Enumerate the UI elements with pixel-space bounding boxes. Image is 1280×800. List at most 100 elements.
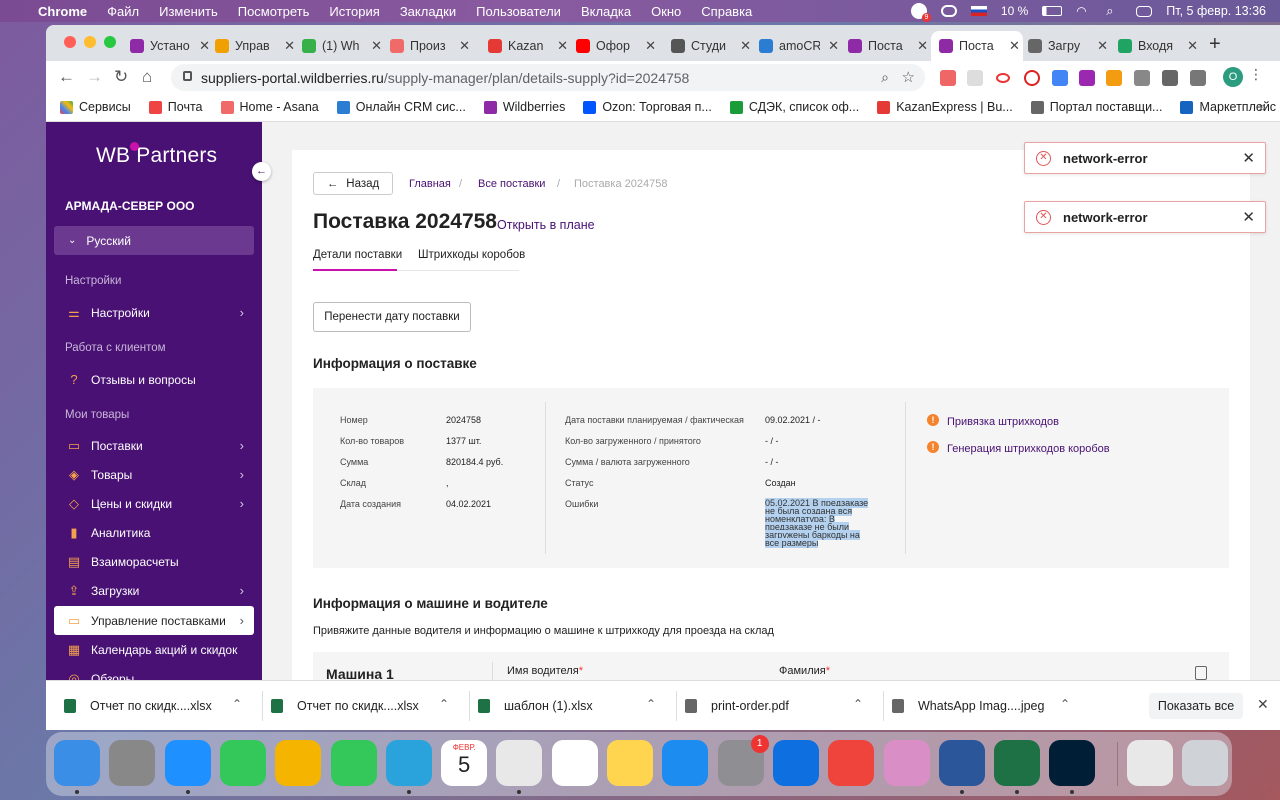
- extension-mail-icon[interactable]: [967, 70, 983, 86]
- sidebar-item[interactable]: ▭ Поставки ›: [54, 431, 254, 460]
- close-tab-icon[interactable]: ✕: [459, 38, 470, 54]
- notes-icon[interactable]: [607, 740, 653, 786]
- browser-tab[interactable]: amoCR ✕: [751, 31, 839, 61]
- browser-tab[interactable]: Студи ✕: [663, 31, 751, 61]
- sidebar-item[interactable]: ◇ Цены и скидки ›: [54, 489, 254, 518]
- word-icon[interactable]: [938, 740, 985, 786]
- open-in-plan-link[interactable]: Открыть в плане: [497, 218, 595, 232]
- browser-tab[interactable]: Поста ✕: [840, 31, 928, 61]
- menu-people[interactable]: Пользователи: [476, 4, 561, 19]
- settings-icon[interactable]: 1: [717, 735, 769, 786]
- menu-edit[interactable]: Изменить: [159, 4, 218, 19]
- extension-orange-icon[interactable]: [1106, 70, 1122, 86]
- finder-icon[interactable]: [54, 740, 100, 786]
- language-flag-icon[interactable]: [970, 6, 987, 16]
- menu-window[interactable]: Окно: [651, 4, 681, 19]
- browser-tab[interactable]: Входя ✕: [1110, 31, 1198, 61]
- creative-cloud-icon[interactable]: [940, 5, 957, 17]
- close-tab-icon[interactable]: ✕: [1009, 38, 1020, 54]
- tab-supply-details[interactable]: Детали поставки: [313, 249, 402, 261]
- reading-list-icon[interactable]: [1190, 70, 1206, 86]
- browser-tab[interactable]: Загру ✕: [1020, 31, 1108, 61]
- menu-kebab-icon[interactable]: ⋮: [1249, 66, 1265, 82]
- link-box-barcode-generation[interactable]: Генерация штрихкодов коробов: [947, 443, 1110, 455]
- home-icon[interactable]: ⌂: [142, 67, 152, 87]
- menu-app-name[interactable]: Chrome: [38, 4, 87, 19]
- close-tab-icon[interactable]: ✕: [1097, 38, 1108, 54]
- sidebar-item[interactable]: ▦ Календарь акций и скидок: [54, 635, 254, 664]
- spotlight-search-icon[interactable]: ⌕: [1106, 4, 1122, 17]
- notification-app-icon[interactable]: 9: [910, 3, 931, 22]
- close-toast-icon[interactable]: ✕: [1242, 208, 1255, 226]
- cloud-extension-icon[interactable]: [996, 73, 1010, 83]
- download-item[interactable]: Отчет по скидк....xlsx ⌃: [64, 681, 264, 730]
- browser-tab[interactable]: Поста ✕: [931, 31, 1023, 61]
- reload-icon[interactable]: ↻: [114, 67, 128, 87]
- tab-box-barcodes[interactable]: Штрихкоды коробов: [418, 249, 525, 261]
- show-all-downloads-button[interactable]: Показать все: [1149, 693, 1243, 719]
- translate-icon[interactable]: [1052, 70, 1068, 86]
- bookmark-item[interactable]: Wildberries: [483, 100, 565, 114]
- back-arrow-icon[interactable]: ←: [58, 67, 75, 87]
- menu-file[interactable]: Файл: [107, 4, 139, 19]
- download-item[interactable]: print-order.pdf ⌃: [685, 681, 885, 730]
- lock-icon[interactable]: [183, 71, 192, 81]
- zoom-window-button[interactable]: [104, 36, 116, 48]
- shield-extension-icon[interactable]: [1134, 70, 1150, 86]
- menu-view[interactable]: Посмотреть: [238, 4, 310, 19]
- facetime-icon[interactable]: [330, 740, 377, 786]
- bookmark-item[interactable]: KazanExpress | Bu...: [877, 100, 1013, 114]
- move-date-button[interactable]: Перенести дату поставки: [313, 302, 471, 332]
- chevron-up-icon[interactable]: ⌃: [1060, 697, 1070, 711]
- browser-tab[interactable]: Произ ✕: [382, 31, 470, 61]
- download-item[interactable]: шаблон (1).xlsx ⌃: [478, 681, 678, 730]
- collapse-sidebar-button[interactable]: ←: [252, 162, 271, 181]
- link-barcode-binding[interactable]: Привязка штрихкодов: [947, 416, 1059, 428]
- browser-tab[interactable]: Офор ✕: [568, 31, 656, 61]
- excel-icon[interactable]: [994, 740, 1041, 786]
- profile-avatar[interactable]: O: [1223, 67, 1243, 87]
- sidebar-item[interactable]: ◈ Товары ›: [54, 460, 254, 489]
- extensions-puzzle-icon[interactable]: [1162, 70, 1178, 86]
- close-tab-icon[interactable]: ✕: [557, 38, 568, 54]
- close-shelf-icon[interactable]: ✕: [1257, 696, 1269, 713]
- extension-red-icon[interactable]: [1024, 70, 1040, 86]
- trash-icon[interactable]: [1182, 740, 1228, 786]
- menu-bookmarks[interactable]: Закладки: [400, 4, 456, 19]
- chrome-icon[interactable]: [496, 740, 543, 786]
- chevron-up-icon[interactable]: ⌃: [232, 697, 242, 711]
- close-tab-icon[interactable]: ✕: [645, 38, 656, 54]
- bookmark-item[interactable]: Ozon: Торговая п...: [583, 100, 712, 114]
- safari-icon[interactable]: [164, 740, 211, 786]
- wb-partners-logo[interactable]: WB Partners: [96, 142, 217, 168]
- reminders-icon[interactable]: [551, 740, 598, 786]
- download-item[interactable]: WhatsApp Imag....jpeg ⌃: [892, 681, 1092, 730]
- close-tab-icon[interactable]: ✕: [740, 38, 751, 54]
- sidebar-item[interactable]: ▮ Аналитика: [54, 518, 254, 547]
- menu-history[interactable]: История: [329, 4, 379, 19]
- bookmark-item[interactable]: Сервисы: [60, 100, 131, 114]
- menu-help[interactable]: Справка: [701, 4, 752, 19]
- browser-tab[interactable]: Устано ✕: [122, 31, 210, 61]
- anydesk-icon[interactable]: [828, 740, 875, 786]
- bookmark-item[interactable]: Почта: [148, 100, 203, 114]
- control-center-icon[interactable]: [1136, 5, 1153, 17]
- battery-icon[interactable]: [1042, 6, 1063, 16]
- photoshop-icon[interactable]: [1049, 740, 1096, 786]
- menu-tab[interactable]: Вкладка: [581, 4, 631, 19]
- minimize-window-button[interactable]: [84, 36, 96, 48]
- chevron-up-icon[interactable]: ⌃: [853, 697, 863, 711]
- downloads-stack-icon[interactable]: [1126, 740, 1173, 786]
- sidebar-item[interactable]: ⇪ Загрузки ›: [54, 576, 254, 605]
- close-window-button[interactable]: [64, 36, 76, 48]
- wifi-icon[interactable]: ◠: [1076, 5, 1092, 17]
- download-item[interactable]: Отчет по скидк....xlsx ⌃: [271, 681, 471, 730]
- sidebar-item[interactable]: ? Отзывы и вопросы: [54, 365, 254, 394]
- calendar-icon[interactable]: ФЕВР. 5: [441, 740, 488, 786]
- chevron-up-icon[interactable]: ⌃: [646, 697, 656, 711]
- sidebar-item[interactable]: ▭ Управление поставками ›: [54, 606, 254, 635]
- bookmark-item[interactable]: Home - Asana: [220, 100, 319, 114]
- breadcrumb-all-supplies[interactable]: Все поставки: [478, 178, 545, 190]
- bookmarks-overflow-icon[interactable]: »: [1259, 99, 1266, 114]
- language-selector[interactable]: ⌄ Русский: [54, 226, 254, 255]
